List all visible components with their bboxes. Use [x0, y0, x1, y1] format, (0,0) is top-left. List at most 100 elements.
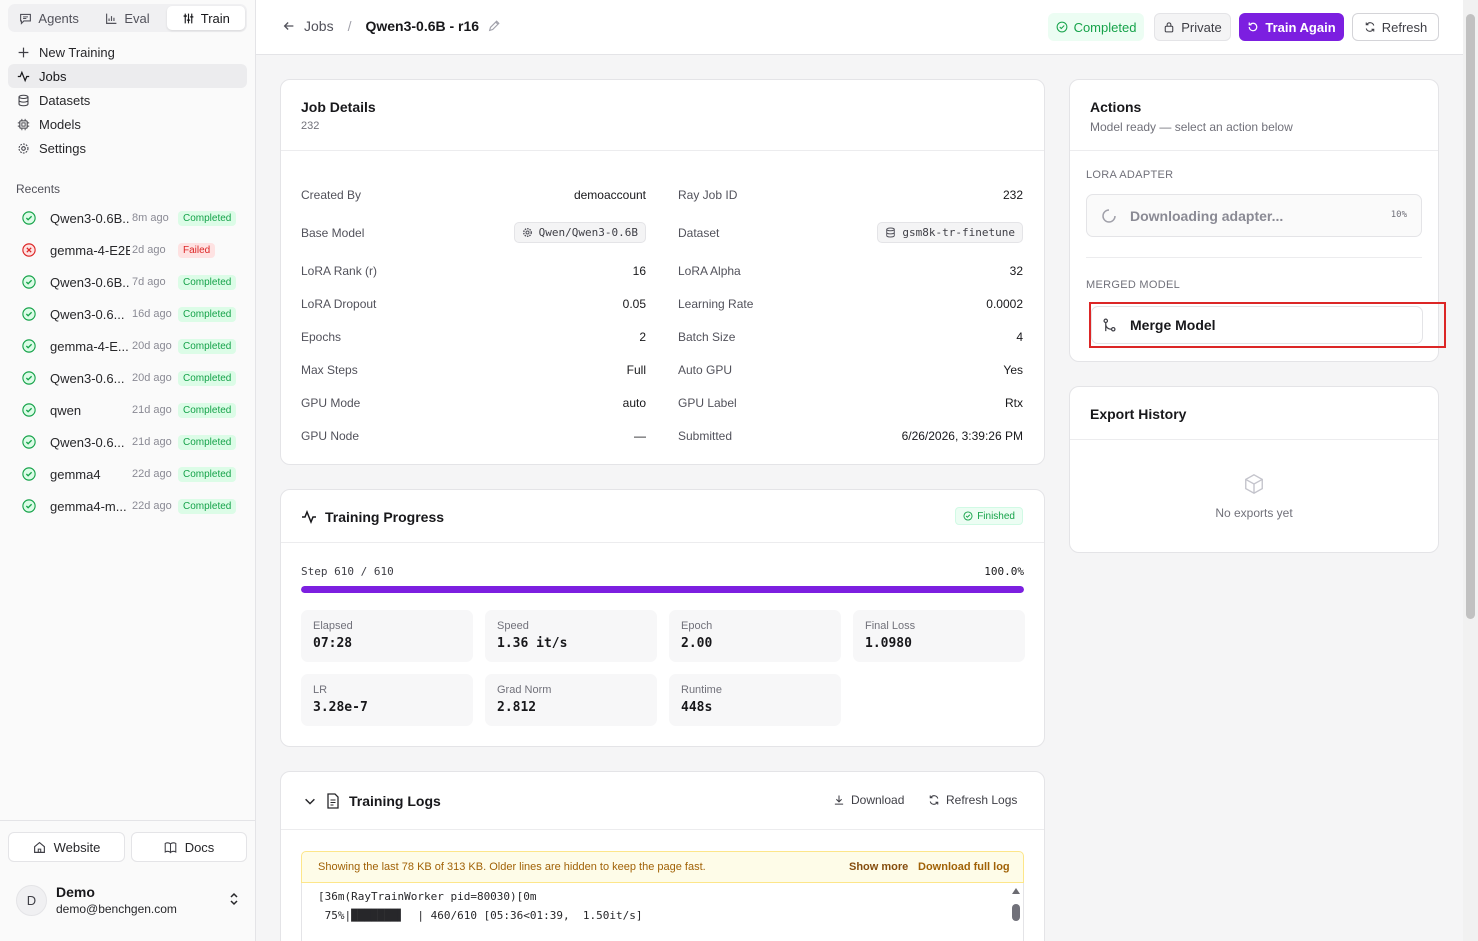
train-again-button[interactable]: Train Again — [1239, 13, 1344, 41]
detail-value: Qwen/Qwen3-0.6B — [539, 226, 638, 239]
recent-item-time: 22d ago — [132, 468, 178, 480]
detail-label: Epochs — [301, 330, 341, 344]
recent-item-name: Qwen3-0.6B... — [50, 211, 130, 226]
sidebar-item-label: New Training — [39, 45, 115, 60]
detail-value: 16 — [633, 264, 646, 278]
page-scrollbar-thumb[interactable] — [1466, 14, 1475, 619]
private-button[interactable]: Private — [1154, 13, 1231, 41]
scroll-up-arrow[interactable] — [1011, 887, 1021, 895]
recent-item[interactable]: Qwen3-0.6... 16d ago Completed — [8, 298, 247, 330]
website-label: Website — [54, 840, 101, 855]
detail-row: LoRA Alpha 32 — [678, 264, 1023, 278]
stat-tile: LR 3.28e-7 — [301, 674, 473, 726]
step-text: Step 610 / 610 — [301, 565, 394, 578]
recent-item[interactable]: Qwen3-0.6... 21d ago Completed — [8, 426, 247, 458]
log-line: [36m(RayTrainWorker pid=80030)[0m — [318, 887, 643, 906]
recents-list: Qwen3-0.6B...8m agoCompletedgemma-4-E2B-… — [8, 202, 247, 522]
section-divider — [1086, 257, 1422, 258]
training-progress-title: Training Progress — [325, 509, 444, 525]
sidebar-item-new-training[interactable]: New Training — [8, 40, 247, 64]
detail-label: Submitted — [678, 429, 732, 443]
log-scrollbar-thumb[interactable] — [1012, 904, 1020, 921]
detail-label: Auto GPU — [678, 363, 732, 377]
detail-label: GPU Node — [301, 429, 359, 443]
gear-icon — [17, 142, 30, 155]
detail-row: Dataset gsm8k-tr-finetune — [678, 222, 1023, 243]
download-logs-label: Download — [851, 793, 904, 807]
sidebar-item-label: Settings — [39, 141, 86, 156]
x-circle-icon — [22, 243, 36, 257]
detail-label: Dataset — [678, 226, 719, 240]
recent-item-status: Completed — [178, 467, 236, 482]
docs-button[interactable]: Docs — [131, 832, 247, 862]
card-divider — [281, 829, 1044, 830]
download-adapter-button[interactable]: Downloading adapter... 10% — [1086, 194, 1422, 237]
tab-agents-label: Agents — [38, 11, 78, 26]
tab-agents[interactable]: Agents — [10, 6, 88, 30]
detail-row: LoRA Dropout 0.05 — [301, 297, 646, 311]
detail-value: 4 — [1016, 330, 1023, 344]
finished-badge-label: Finished — [977, 511, 1015, 522]
arrow-left-icon[interactable] — [282, 19, 296, 33]
sidebar-item-settings[interactable]: Settings — [8, 136, 247, 160]
check-circle-icon — [22, 275, 36, 289]
downloading-percent: 10% — [1391, 210, 1407, 220]
stat-tile: Runtime 448s — [669, 674, 841, 726]
detail-pill: Qwen/Qwen3-0.6B — [514, 222, 646, 243]
detail-row: Max Steps Full — [301, 363, 646, 377]
recent-item[interactable]: gemma-4-E... 20d ago Completed — [8, 330, 247, 362]
recent-item[interactable]: gemma4 22d ago Completed — [8, 458, 247, 490]
detail-label: Batch Size — [678, 330, 735, 344]
stat-value: 3.28e-7 — [313, 700, 461, 715]
check-circle-icon — [22, 403, 36, 417]
recent-item[interactable]: gemma-4-E2B-it...2d ago Failed — [8, 234, 247, 266]
download-full-log-link[interactable]: Download full log — [918, 861, 1010, 873]
detail-label: LoRA Rank (r) — [301, 264, 377, 278]
stat-tile: Final Loss 1.0980 — [853, 610, 1025, 662]
sidebar-item-label: Datasets — [39, 93, 90, 108]
sidebar-item-models[interactable]: Models — [8, 112, 247, 136]
recent-item-status: Completed — [178, 371, 236, 386]
refresh-button[interactable]: Refresh — [1352, 13, 1439, 41]
refresh-logs-button[interactable]: Refresh Logs — [928, 793, 1017, 807]
stat-label: Epoch — [681, 620, 829, 632]
training-logs-title: Training Logs — [349, 793, 441, 809]
detail-value: Full — [627, 363, 646, 377]
package-icon — [1243, 473, 1265, 495]
tab-eval[interactable]: Eval — [88, 6, 166, 30]
chevron-down-icon[interactable] — [303, 794, 317, 808]
pencil-icon[interactable] — [487, 19, 501, 33]
detail-value: Rtx — [1005, 396, 1023, 410]
detail-value: auto — [623, 396, 646, 410]
chevron-up-down-icon — [228, 892, 240, 906]
card-divider — [281, 542, 1044, 543]
detail-label: Ray Job ID — [678, 188, 737, 202]
website-button[interactable]: Website — [8, 832, 125, 862]
user-menu[interactable]: D Demo demo@benchgen.com — [16, 884, 244, 916]
merge-model-label: Merge Model — [1130, 317, 1216, 333]
recent-item[interactable]: qwen 21d ago Completed — [8, 394, 247, 426]
recent-item-time: 2d ago — [132, 244, 178, 256]
tab-train[interactable]: Train — [167, 6, 245, 30]
recent-item[interactable]: gemma4-m... 22d ago Completed — [8, 490, 247, 522]
stat-tile: Grad Norm 2.812 — [485, 674, 657, 726]
actions-subtitle: Model ready — select an action below — [1090, 120, 1293, 134]
recent-item[interactable]: Qwen3-0.6... 20d ago Completed — [8, 362, 247, 394]
docs-label: Docs — [185, 840, 215, 855]
recent-item[interactable]: Qwen3-0.6B... 8m ago Completed — [8, 202, 247, 234]
user-email: demo@benchgen.com — [56, 902, 177, 916]
breadcrumb: Jobs / Qwen3-0.6B - r16 — [282, 18, 501, 34]
sidebar-item-jobs[interactable]: Jobs — [8, 64, 247, 88]
download-logs-button[interactable]: Download — [833, 793, 904, 807]
plus-icon — [17, 46, 30, 59]
merge-model-button[interactable]: Merge Model — [1091, 306, 1423, 344]
check-circle-icon — [963, 511, 973, 521]
log-viewer[interactable]: [36m(RayTrainWorker pid=80030)[0m 75%|… — [301, 883, 1024, 941]
sidebar-item-datasets[interactable]: Datasets — [8, 88, 247, 112]
recent-item[interactable]: Qwen3-0.6B... 7d ago Completed — [8, 266, 247, 298]
breadcrumb-jobs-link[interactable]: Jobs — [304, 18, 334, 34]
refresh-label: Refresh — [1382, 20, 1428, 35]
show-more-link[interactable]: Show more — [849, 861, 908, 873]
log-notice-text: Showing the last 78 KB of 313 KB. Older … — [318, 861, 706, 873]
detail-row: Ray Job ID 232 — [678, 188, 1023, 202]
